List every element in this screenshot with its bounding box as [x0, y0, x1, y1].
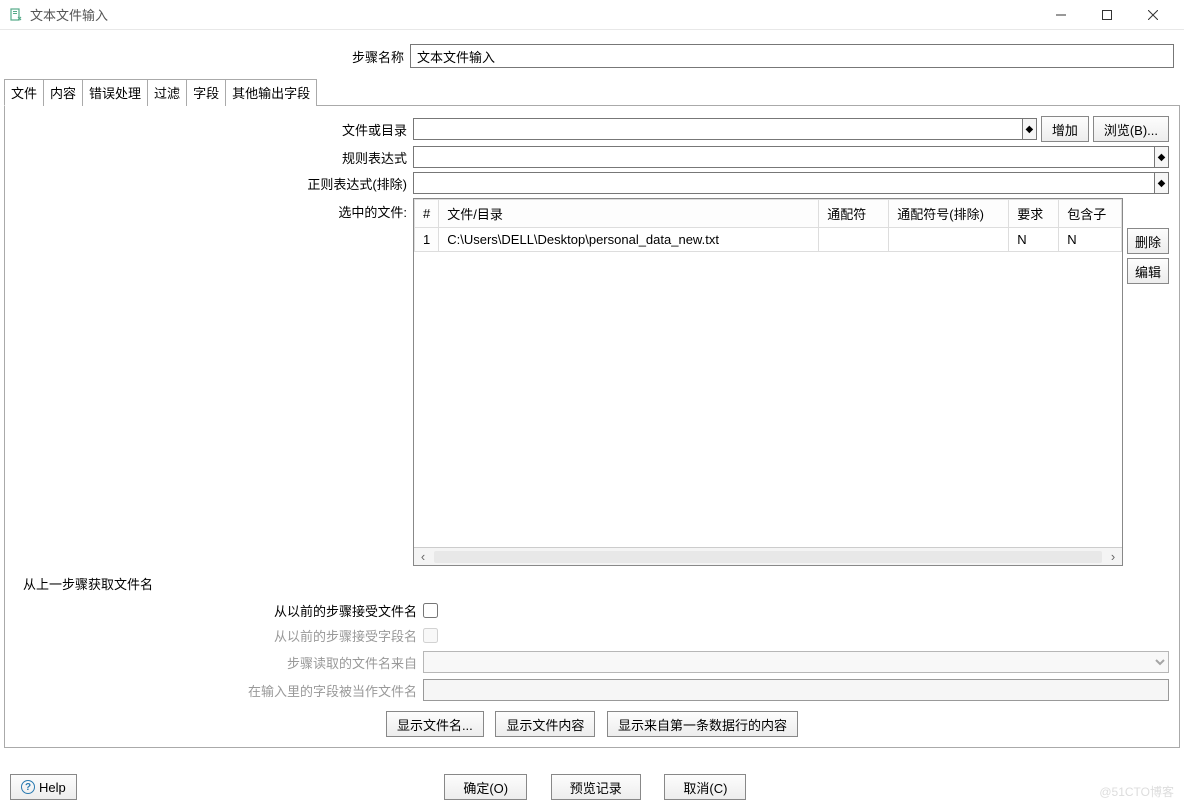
tab-content[interactable]: 内容	[43, 79, 83, 106]
selected-files-label: 选中的文件:	[15, 198, 413, 566]
maximize-button[interactable]	[1084, 0, 1130, 30]
ok-button[interactable]: 确定(O)	[444, 774, 527, 800]
var-icon[interactable]: ◆	[1155, 146, 1169, 168]
h-scrollbar[interactable]: ‹ ›	[414, 547, 1122, 565]
app-icon	[8, 7, 24, 23]
help-button[interactable]: ? Help	[10, 774, 77, 800]
table-row[interactable]: 1 C:\Users\DELL\Desktop\personal_data_ne…	[415, 228, 1122, 252]
minimize-button[interactable]	[1038, 0, 1084, 30]
tabs: 文件 内容 错误处理 过滤 字段 其他输出字段	[4, 78, 1180, 106]
step-source-select	[423, 651, 1169, 673]
file-or-dir-input[interactable]	[413, 118, 1023, 140]
titlebar: 文本文件输入	[0, 0, 1184, 30]
delete-button[interactable]: 删除	[1127, 228, 1169, 254]
edit-button[interactable]: 编辑	[1127, 258, 1169, 284]
table-header-row: # 文件/目录 通配符 通配符号(排除) 要求 包含子	[415, 200, 1122, 228]
scroll-right-icon[interactable]: ›	[1104, 549, 1122, 564]
regex-label: 规则表达式	[15, 148, 413, 167]
tab-file[interactable]: 文件	[4, 79, 44, 106]
selected-files-table[interactable]: # 文件/目录 通配符 通配符号(排除) 要求 包含子 1 C:	[413, 198, 1123, 566]
tab-fields[interactable]: 字段	[186, 79, 226, 106]
accept-filenames-checkbox[interactable]	[423, 603, 438, 618]
tab-filter[interactable]: 过滤	[147, 79, 187, 106]
add-button[interactable]: 增加	[1041, 116, 1089, 142]
cancel-button[interactable]: 取消(C)	[664, 774, 746, 800]
show-first-row-button[interactable]: 显示来自第一条数据行的内容	[607, 711, 798, 737]
regex-exclude-input[interactable]	[413, 172, 1155, 194]
regex-input[interactable]	[413, 146, 1155, 168]
tab-error[interactable]: 错误处理	[82, 79, 148, 106]
show-filename-button[interactable]: 显示文件名...	[386, 711, 484, 737]
step-name-input[interactable]	[410, 44, 1174, 68]
help-icon: ?	[21, 780, 35, 794]
close-button[interactable]	[1130, 0, 1176, 30]
step-name-label: 步骤名称	[10, 47, 410, 66]
file-or-dir-label: 文件或目录	[15, 120, 413, 139]
file-panel: 文件或目录 ◆ 增加 浏览(B)... 规则表达式 ◆ 正则表达式(排除) ◆ …	[4, 106, 1180, 748]
accept-fieldnames-checkbox	[423, 628, 438, 643]
accept-filenames-label: 从以前的步骤接受文件名	[15, 601, 423, 620]
field-source-label: 在输入里的字段被当作文件名	[15, 681, 423, 700]
window-title: 文本文件输入	[30, 5, 108, 24]
step-source-label: 步骤读取的文件名来自	[15, 653, 423, 672]
accept-fieldnames-label: 从以前的步骤接受字段名	[15, 626, 423, 645]
tab-other[interactable]: 其他输出字段	[225, 79, 317, 106]
var-icon[interactable]: ◆	[1023, 118, 1037, 140]
browse-button[interactable]: 浏览(B)...	[1093, 116, 1169, 142]
field-source-input	[423, 679, 1169, 701]
preview-button[interactable]: 预览记录	[551, 774, 641, 800]
regex-exclude-label: 正则表达式(排除)	[15, 174, 413, 193]
bottom-bar: ? Help 确定(O) 预览记录 取消(C)	[0, 766, 1184, 808]
show-content-button[interactable]: 显示文件内容	[495, 711, 595, 737]
var-icon[interactable]: ◆	[1155, 172, 1169, 194]
prev-step-group-label: 从上一步骤获取文件名	[23, 574, 1169, 593]
scroll-left-icon[interactable]: ‹	[414, 549, 432, 564]
